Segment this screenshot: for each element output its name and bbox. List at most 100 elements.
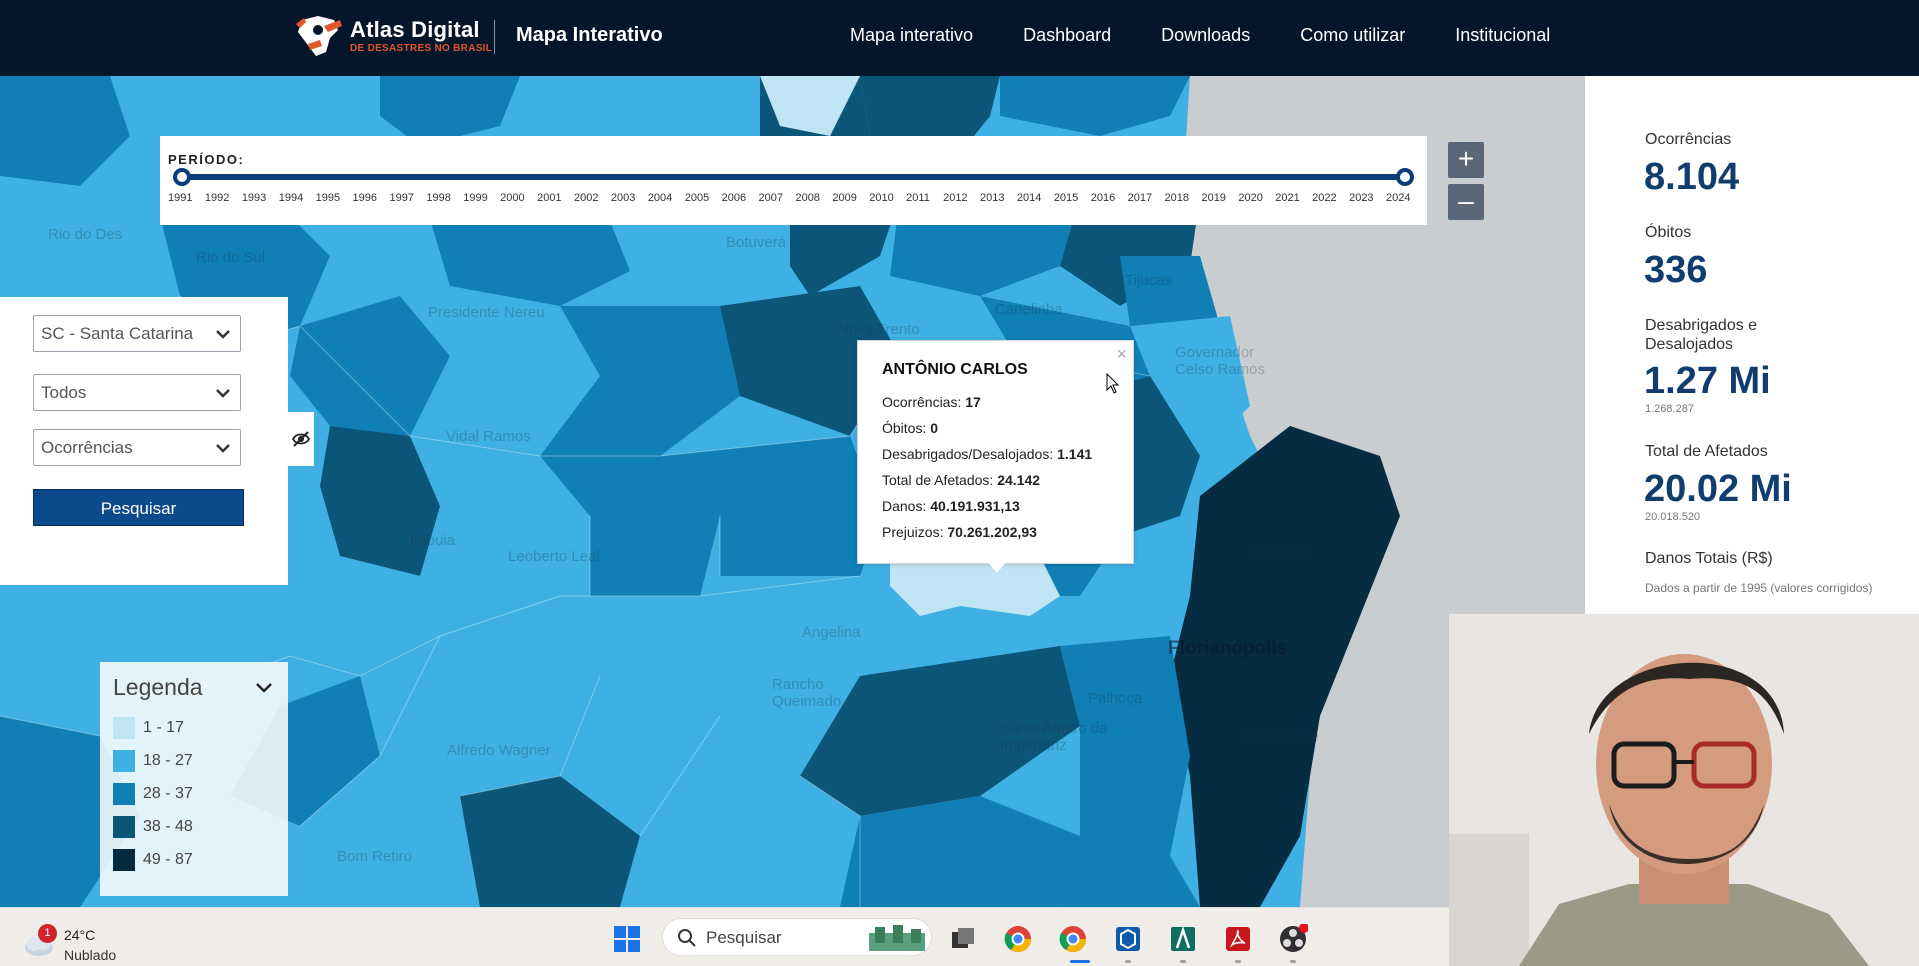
map-label: Palhoça — [1088, 690, 1143, 707]
task-view-icon[interactable] — [948, 924, 978, 954]
period-year-label[interactable]: 2017 — [1128, 192, 1152, 204]
period-year-label[interactable]: 2012 — [943, 192, 967, 204]
map-label: Rancho Queimado — [772, 676, 842, 710]
period-year-label[interactable]: 1998 — [426, 192, 450, 204]
chrome-profile-icon[interactable] — [1058, 924, 1088, 954]
period-year-label[interactable]: 1997 — [389, 192, 413, 204]
period-range-track[interactable] — [182, 174, 1408, 180]
period-year-label[interactable]: 2023 — [1349, 192, 1373, 204]
stat-obitos-value: 336 — [1644, 249, 1708, 291]
atlas-digital-logo[interactable]: Atlas Digital DE DESASTRES NO BRASIL — [294, 14, 492, 58]
search-highlight-icon — [869, 925, 925, 951]
period-year-label[interactable]: 2013 — [980, 192, 1004, 204]
stat-afetados-label: Total de Afetados — [1645, 443, 1768, 460]
running-app-indicator — [1180, 960, 1186, 963]
period-year-label[interactable]: 2004 — [648, 192, 672, 204]
state-select[interactable]: SC - Santa Catarina — [33, 315, 241, 352]
metric-select[interactable]: Ocorrências — [33, 429, 241, 466]
map-label: Botuverá — [726, 234, 787, 251]
period-end-handle[interactable] — [1396, 168, 1414, 186]
period-year-label[interactable]: 2007 — [759, 192, 783, 204]
period-year-label[interactable]: 2018 — [1165, 192, 1189, 204]
taskbar-search[interactable]: Pesquisar — [662, 918, 932, 956]
map-label: Vidal Ramos — [446, 428, 531, 445]
period-year-label[interactable]: 1991 — [168, 192, 192, 204]
chrome-icon[interactable] — [1003, 924, 1033, 954]
period-year-label[interactable]: 2014 — [1017, 192, 1041, 204]
period-year-label[interactable]: 2019 — [1201, 192, 1225, 204]
legend-swatch — [113, 750, 135, 772]
windows-start-icon[interactable] — [612, 924, 642, 954]
period-year-label[interactable]: 2000 — [500, 192, 524, 204]
main-nav: Mapa interativo Dashboard Downloads Como… — [850, 25, 1600, 46]
period-year-label[interactable]: 2009 — [832, 192, 856, 204]
search-button[interactable]: Pesquisar — [33, 489, 244, 526]
period-year-label[interactable]: 1999 — [463, 192, 487, 204]
municipality-popup: × ANTÔNIO CARLOS Ocorrências: 17 Óbitos:… — [857, 340, 1134, 564]
popup-row-obitos: Óbitos: 0 — [882, 420, 939, 436]
period-year-label[interactable]: 1994 — [279, 192, 303, 204]
close-icon[interactable]: × — [1116, 344, 1127, 365]
eye-slash-icon — [291, 431, 311, 447]
period-year-label[interactable]: 2024 — [1386, 192, 1410, 204]
period-year-label[interactable]: 2021 — [1275, 192, 1299, 204]
autocad-icon[interactable] — [1168, 924, 1198, 954]
zoom-out-button[interactable]: – — [1448, 184, 1484, 220]
map-label: Angelina — [802, 624, 861, 641]
period-year-label[interactable]: 2015 — [1054, 192, 1078, 204]
acrobat-icon[interactable] — [1223, 924, 1253, 954]
popup-row-ocorrencias: Ocorrências: 17 — [882, 394, 981, 410]
state-select-value: SC - Santa Catarina — [41, 324, 194, 343]
taskbar-search-placeholder: Pesquisar — [706, 928, 782, 947]
obs-studio-icon[interactable] — [1278, 924, 1308, 954]
notification-badge: 1 — [38, 924, 57, 943]
period-start-handle[interactable] — [173, 168, 191, 186]
period-year-label[interactable]: 2016 — [1091, 192, 1115, 204]
nav-downloads[interactable]: Downloads — [1161, 25, 1250, 46]
running-app-indicator — [1235, 960, 1241, 963]
popup-row-danos: Danos: 40.191.931,13 — [882, 498, 1020, 514]
toggle-panel-button[interactable] — [288, 412, 314, 466]
nav-mapa-interativo[interactable]: Mapa interativo — [850, 25, 973, 46]
popup-row-afetados: Total de Afetados: 24.142 — [882, 472, 1041, 488]
stat-afetados-value: 20.02 Mi — [1644, 468, 1792, 510]
zoom-in-button[interactable]: + — [1448, 142, 1484, 178]
chevron-down-icon[interactable] — [253, 676, 275, 698]
period-year-ticks: 1991 1992 1993 1994 1995 1996 1997 1998 1999 2000… — [168, 192, 1418, 208]
period-label: PERÍODO: — [168, 152, 245, 167]
stat-afetados-sub: 20.018.520 — [1645, 511, 1701, 523]
legend-label: 18 - 27 — [143, 752, 193, 769]
period-year-label[interactable]: 2002 — [574, 192, 598, 204]
chevron-down-icon — [216, 444, 230, 453]
webcam-overlay — [1449, 614, 1919, 966]
period-year-label[interactable]: 2005 — [685, 192, 709, 204]
map-label: Tijucas — [1125, 272, 1172, 289]
period-year-label[interactable]: 2011 — [906, 192, 930, 204]
map-label: Ratones — [1252, 544, 1308, 561]
period-year-label[interactable]: 1996 — [353, 192, 377, 204]
popup-row-desabrigados: Desabrigados/Desalojados: 1.141 — [882, 446, 1093, 462]
period-year-label[interactable]: 2010 — [869, 192, 893, 204]
period-year-label[interactable]: 2001 — [537, 192, 561, 204]
sketchup-icon[interactable] — [1113, 924, 1143, 954]
period-year-label[interactable]: 2008 — [795, 192, 819, 204]
period-year-label[interactable]: 2020 — [1238, 192, 1262, 204]
logo-title: Atlas Digital — [350, 16, 480, 42]
search-icon — [678, 929, 696, 947]
popup-pointer — [987, 561, 1007, 573]
period-year-label[interactable]: 2022 — [1312, 192, 1336, 204]
mouse-cursor-icon — [1106, 373, 1120, 394]
map-label: Rio do Sul — [196, 249, 266, 266]
period-year-label[interactable]: 1995 — [316, 192, 340, 204]
period-year-label[interactable]: 2003 — [611, 192, 635, 204]
disaster-type-value: Todos — [41, 383, 87, 402]
period-year-label[interactable]: 2006 — [722, 192, 746, 204]
nav-institucional[interactable]: Institucional — [1455, 25, 1550, 46]
period-year-label[interactable]: 1992 — [205, 192, 229, 204]
nav-dashboard[interactable]: Dashboard — [1023, 25, 1111, 46]
map-label: Campeche — [1246, 728, 1319, 745]
nav-como-utilizar[interactable]: Como utilizar — [1300, 25, 1405, 46]
disaster-type-select[interactable]: Todos — [33, 374, 241, 411]
period-year-label[interactable]: 1993 — [242, 192, 266, 204]
windows-taskbar: 1 24°C Nublado Pesquisar — [0, 907, 1449, 966]
